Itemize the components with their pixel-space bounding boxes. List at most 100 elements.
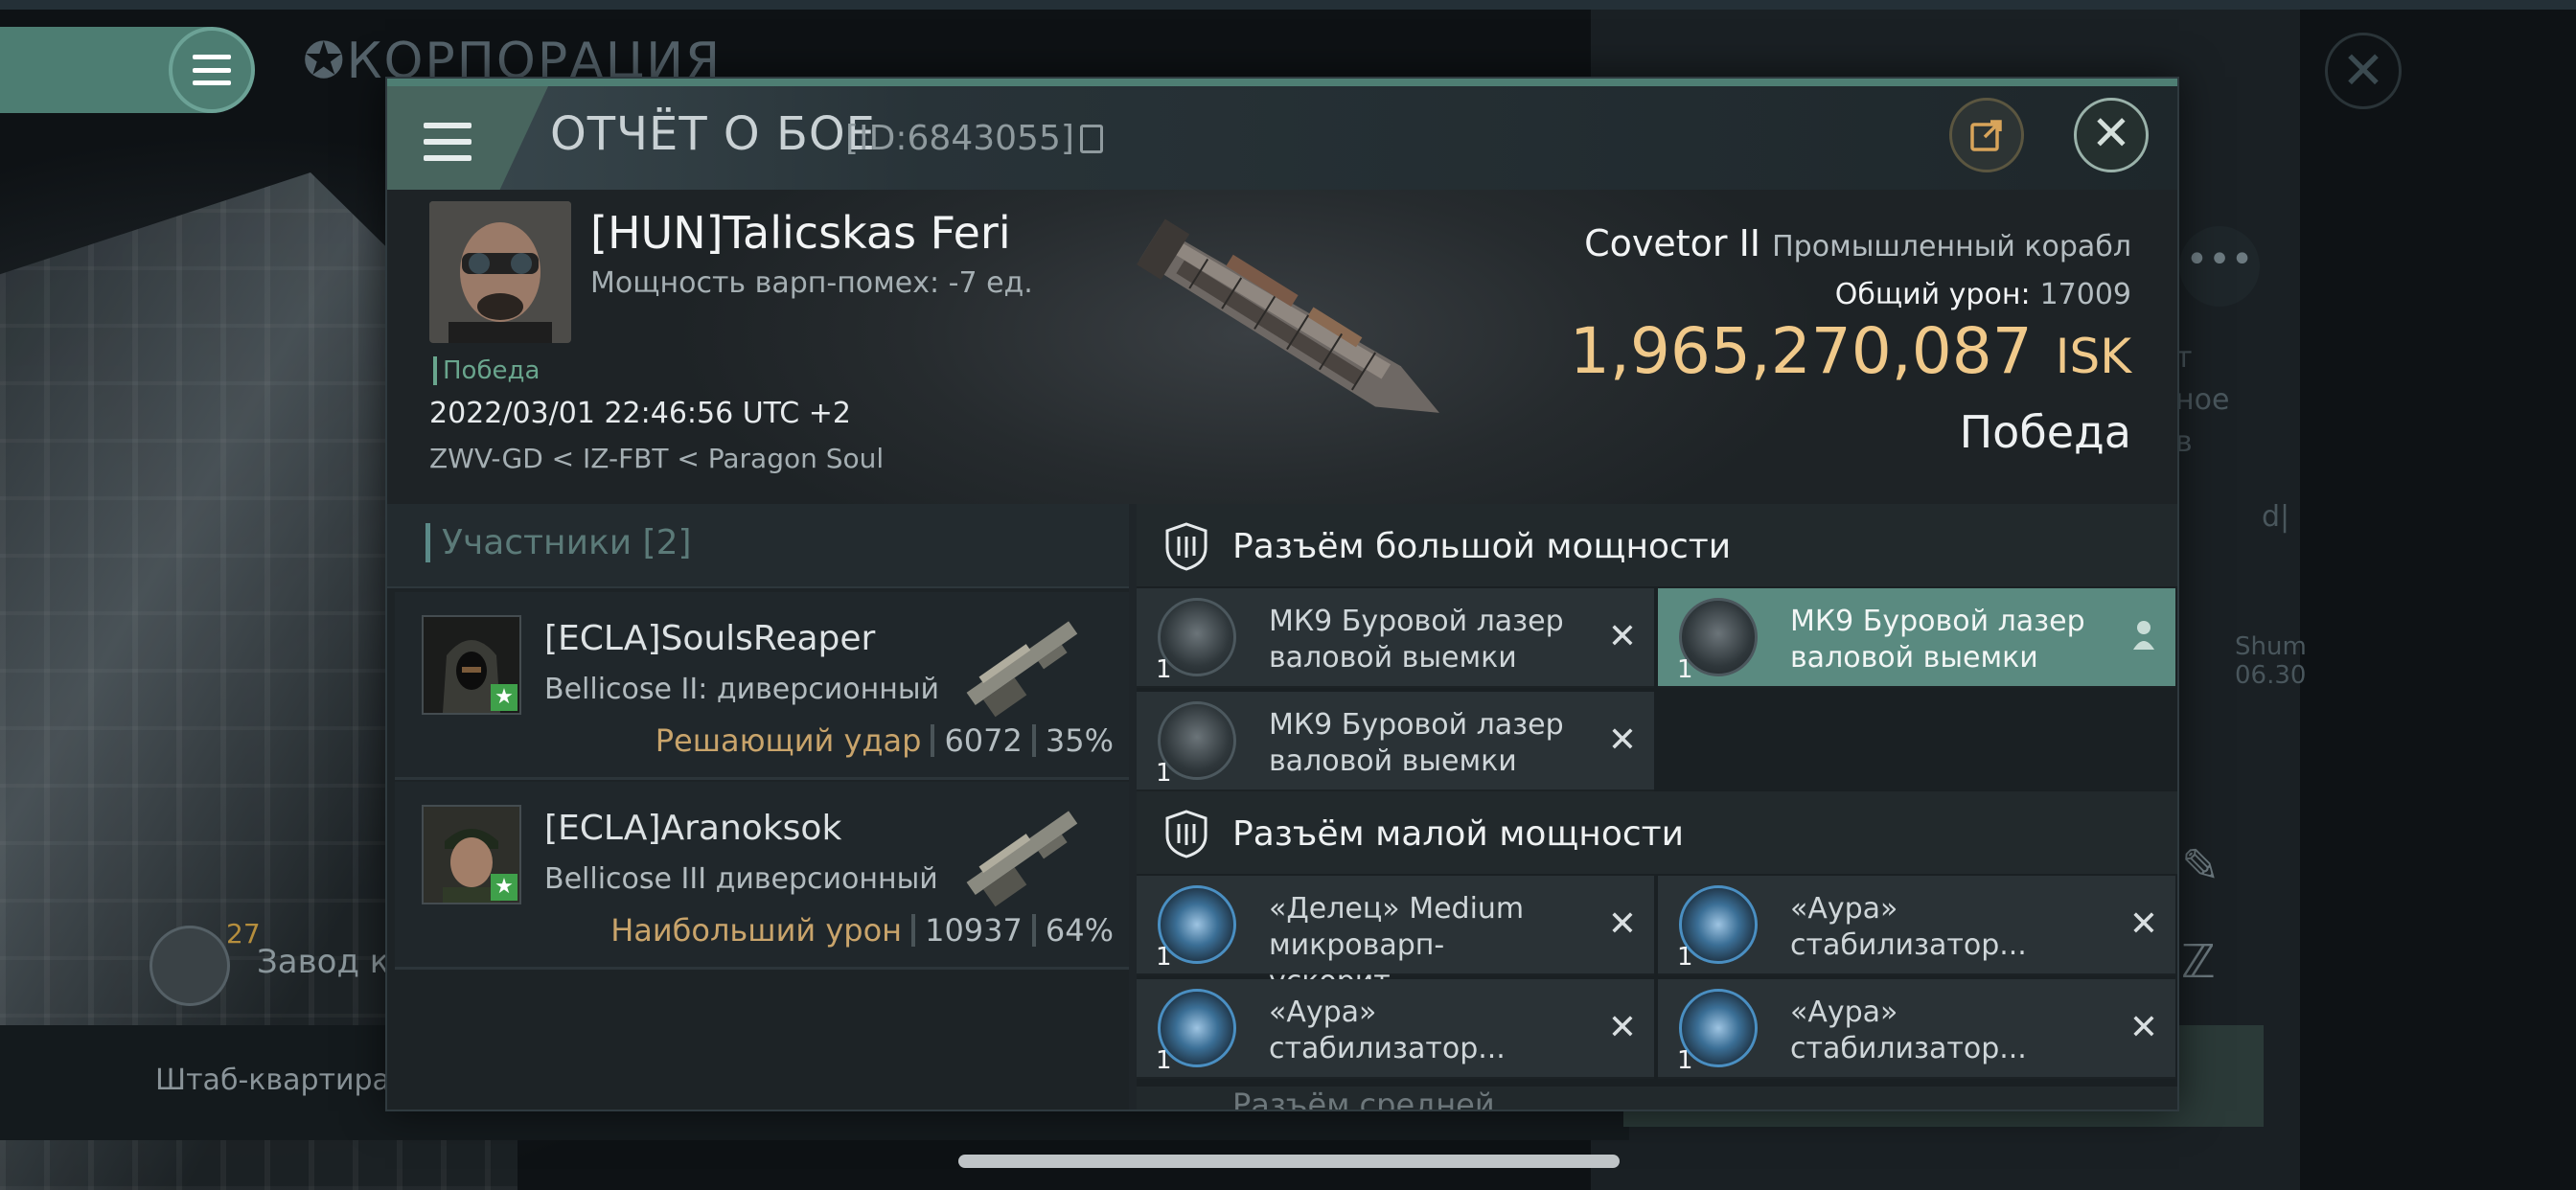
victim-result-tag: Победа — [433, 356, 540, 385]
ship-image[interactable] — [1087, 205, 1489, 454]
participant-ship: Bellicose III диверсионный — [544, 862, 938, 896]
module-quantity: 1 — [1677, 655, 1693, 684]
pilot-portrait-image — [429, 201, 571, 343]
participant-percent: 64% — [1045, 912, 1114, 949]
share-button[interactable] — [1949, 98, 2024, 172]
background-text: 06.30 — [2235, 661, 2307, 690]
factory-label: Завод к — [257, 943, 390, 981]
participant-label: Наибольший урон — [610, 912, 903, 949]
module-name: «Аура» стабилизатор... — [1790, 892, 2027, 962]
module-quantity: 1 — [1677, 1046, 1693, 1075]
hamburger-icon — [193, 55, 231, 85]
destroyed-icon: ✕ — [2128, 904, 2158, 944]
isk-unit: ISK — [2055, 329, 2131, 384]
top-bar — [0, 0, 2576, 10]
battle-report-modal: ОТЧЁТ О БОЕ [ID:6843055] ✕ Победа [HUN]T… — [385, 77, 2179, 1111]
battle-outcome: Победа — [1959, 406, 2131, 458]
copy-icon[interactable] — [1079, 125, 1103, 153]
victim-name[interactable]: [HUN]Talicskas Feri — [590, 207, 1011, 259]
module-row[interactable]: 1 «Аура» стабилизатор... ✕ — [1658, 876, 2175, 975]
module-quantity: 1 — [1156, 759, 1172, 788]
participant-name: [ECLA]Aranoksok — [544, 809, 842, 848]
star-icon: ✪ — [303, 33, 347, 90]
divider — [1031, 914, 1036, 947]
total-damage: Общий урон: 17009 — [1835, 278, 2131, 311]
module-quantity: 1 — [1677, 943, 1693, 972]
factory-count: 27 — [226, 918, 261, 950]
filter-icon[interactable]: ℤ — [2181, 935, 2216, 989]
battle-location[interactable]: ZWV-GD < IZ-FBT < Paragon Soul — [429, 443, 884, 474]
participant-stats: Решающий удар 6072 35% — [656, 722, 1114, 759]
low-slots-title: Разъём малой мощности — [1232, 814, 1685, 854]
modal-accent-line — [387, 79, 2177, 86]
victim-ship[interactable]: Covetor II Промышленный корабл — [1584, 222, 2131, 264]
participant-name: [ECLA]SoulsReaper — [544, 619, 876, 658]
destroyed-icon: ✕ — [1607, 904, 1637, 944]
ship-name: Covetor II — [1584, 222, 1761, 264]
participant-row[interactable]: ★ [ECLA]SoulsReaper Bellicose II: диверс… — [395, 592, 1129, 780]
divider — [1031, 724, 1036, 757]
participant-avatar[interactable]: ★ — [422, 805, 521, 904]
participant-percent: 35% — [1045, 722, 1114, 759]
participants-header: Участники [2] — [387, 504, 1129, 588]
participant-row[interactable]: ★ [ECLA]Aranoksok Bellicose III диверсио… — [395, 782, 1129, 970]
ship-class: Промышленный корабл — [1772, 230, 2131, 263]
star-icon: ★ — [491, 684, 518, 711]
module-row[interactable]: 1 «Аура» стабилизатор... ✕ — [1658, 979, 2175, 1079]
participant-avatar[interactable]: ★ — [422, 615, 521, 715]
hamburger-icon — [424, 123, 472, 161]
high-slots-title: Разъём большой мощности — [1232, 527, 1732, 566]
module-row[interactable]: 1 МК9 Буровой лазер валовой выемки ✕ — [1137, 588, 1654, 688]
close-button[interactable]: ✕ — [2074, 98, 2149, 172]
module-row[interactable]: 1 «Аура» стабилизатор... ✕ — [1137, 979, 1654, 1079]
hq-label: Штаб-квартира К — [155, 1064, 420, 1097]
screen: ✪КОРПОРАЦИЯ ✕ ••• т ное в d| Shum 06.30 … — [0, 0, 2576, 1190]
report-id-text: [ID:6843055] — [845, 119, 1074, 158]
module-name: «Аура» стабилизатор... — [1269, 995, 1506, 1065]
module-quantity: 1 — [1156, 655, 1172, 684]
module-name: МК9 Буровой лазер валовой выемки — [1269, 708, 1564, 778]
share-icon — [1970, 120, 2002, 151]
module-row[interactable]: 1 МК9 Буровой лазер валовой выемки ✕ — [1137, 692, 1654, 791]
divider — [931, 724, 935, 757]
participant-damage: 6072 — [944, 722, 1023, 759]
destroyed-icon: ✕ — [2128, 1008, 2158, 1047]
participant-stats: Наибольший урон 10937 64% — [610, 912, 1114, 949]
module-name: «Аура» стабилизатор... — [1790, 995, 2027, 1065]
mid-slots-header-partial: Разъём средней — [1137, 1087, 2177, 1111]
battle-date: 2022/03/01 22:46:56 UTC +2 — [429, 397, 851, 430]
background-text: ное — [2175, 383, 2230, 417]
module-name: МК9 Буровой лазер валовой выемки — [1790, 605, 2085, 675]
home-indicator[interactable] — [958, 1155, 1620, 1168]
main-menu-button[interactable] — [169, 27, 255, 113]
high-slots-header: Разъём большой мощности — [1137, 504, 2177, 586]
low-slot-icon — [1165, 810, 1208, 858]
high-slot-icon — [1165, 522, 1208, 571]
ship-image — [966, 621, 1078, 718]
module-quantity: 1 — [1156, 943, 1172, 972]
factory-icon[interactable] — [150, 926, 230, 1006]
low-slots-header: Разъём малой мощности — [1137, 791, 2177, 874]
destroyed-icon: ✕ — [1607, 1008, 1637, 1047]
background-close-icon[interactable]: ✕ — [2325, 33, 2402, 109]
module-name: МК9 Буровой лазер валовой выемки — [1269, 605, 1564, 675]
total-damage-value: 17009 — [2039, 278, 2131, 311]
total-damage-label: Общий урон: — [1834, 278, 2031, 311]
module-quantity: 1 — [1156, 1046, 1172, 1075]
victim-section: Победа [HUN]Talicskas Feri Мощность варп… — [387, 190, 2177, 504]
victim-portrait[interactable] — [429, 201, 571, 343]
person-icon — [2133, 621, 2154, 650]
mid-slots-title: Разъём средней — [1232, 1087, 1495, 1111]
participants-title: Участники [2] — [426, 523, 692, 562]
more-options-icon[interactable]: ••• — [2179, 226, 2260, 307]
warp-strength: Мощность варп-помех: -7 ед. — [590, 266, 1033, 300]
module-row[interactable]: 1 «Делец» Medium микроварп-ускорит.... ✕ — [1137, 876, 1654, 998]
destroyed-icon: ✕ — [1607, 721, 1637, 760]
edit-icon[interactable]: ✎ — [2181, 839, 2220, 893]
isk-amount: 1,965,270,087 — [1569, 314, 2033, 388]
report-id[interactable]: [ID:6843055] — [845, 119, 1103, 158]
participant-ship: Bellicose II: диверсионный — [544, 673, 940, 706]
module-row-highlighted[interactable]: 1 МК9 Буровой лазер валовой выемки — [1658, 588, 2175, 688]
destroyed-icon: ✕ — [1607, 617, 1637, 656]
participants-panel: Участники [2] ★ [ECLA]SoulsReaper Bellic… — [387, 504, 1129, 1110]
